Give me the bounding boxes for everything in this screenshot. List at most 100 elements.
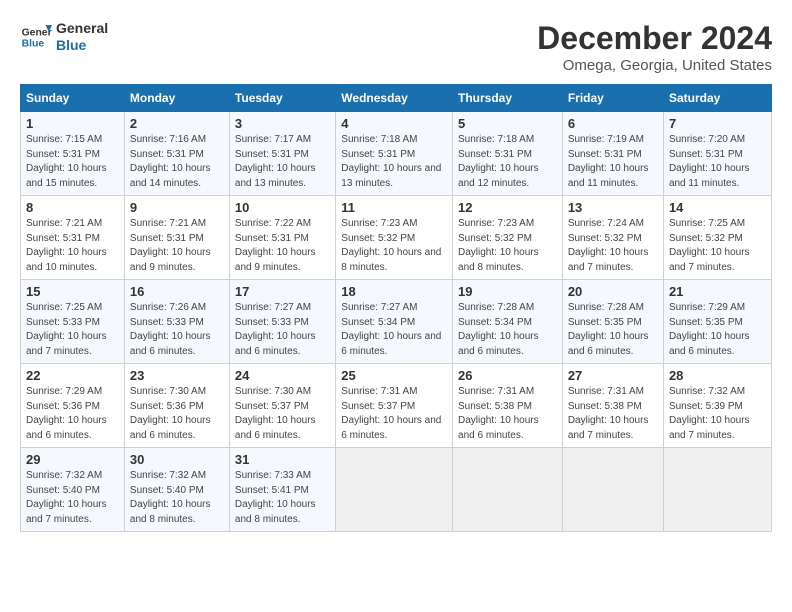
calendar-cell: 5 Sunrise: 7:18 AM Sunset: 5:31 PM Dayli… — [453, 112, 563, 196]
sunrise-label: Sunrise: 7:29 AM — [26, 386, 102, 397]
sunset-label: Sunset: 5:33 PM — [130, 317, 204, 328]
daylight-label: Daylight: 10 hours and 6 minutes. — [341, 331, 441, 357]
daylight-label: Daylight: 10 hours and 8 minutes. — [458, 247, 539, 273]
day-number: 18 — [341, 284, 447, 299]
calendar-cell: 1 Sunrise: 7:15 AM Sunset: 5:31 PM Dayli… — [21, 112, 125, 196]
sunset-label: Sunset: 5:38 PM — [568, 401, 642, 412]
calendar-cell: 16 Sunrise: 7:26 AM Sunset: 5:33 PM Dayl… — [124, 280, 229, 364]
sunset-label: Sunset: 5:36 PM — [130, 401, 204, 412]
calendar-header-row: SundayMondayTuesdayWednesdayThursdayFrid… — [21, 85, 772, 112]
calendar-cell: 8 Sunrise: 7:21 AM Sunset: 5:31 PM Dayli… — [21, 196, 125, 280]
daylight-label: Daylight: 10 hours and 6 minutes. — [235, 415, 316, 441]
day-info: Sunrise: 7:26 AM Sunset: 5:33 PM Dayligh… — [130, 301, 224, 359]
calendar-cell: 26 Sunrise: 7:31 AM Sunset: 5:38 PM Dayl… — [453, 364, 563, 448]
sunrise-label: Sunrise: 7:31 AM — [341, 386, 417, 397]
day-number: 8 — [26, 200, 119, 215]
calendar-cell — [336, 448, 453, 532]
daylight-label: Daylight: 10 hours and 6 minutes. — [669, 331, 750, 357]
calendar-week-row: 1 Sunrise: 7:15 AM Sunset: 5:31 PM Dayli… — [21, 112, 772, 196]
sunrise-label: Sunrise: 7:26 AM — [130, 302, 206, 313]
svg-text:Blue: Blue — [22, 38, 45, 49]
sunset-label: Sunset: 5:32 PM — [341, 233, 415, 244]
day-number: 20 — [568, 284, 658, 299]
sunrise-label: Sunrise: 7:32 AM — [26, 470, 102, 481]
day-info: Sunrise: 7:19 AM Sunset: 5:31 PM Dayligh… — [568, 133, 658, 191]
day-info: Sunrise: 7:18 AM Sunset: 5:31 PM Dayligh… — [458, 133, 557, 191]
day-number: 31 — [235, 452, 330, 467]
day-number: 17 — [235, 284, 330, 299]
day-info: Sunrise: 7:31 AM Sunset: 5:37 PM Dayligh… — [341, 385, 447, 443]
calendar-cell: 18 Sunrise: 7:27 AM Sunset: 5:34 PM Dayl… — [336, 280, 453, 364]
day-info: Sunrise: 7:21 AM Sunset: 5:31 PM Dayligh… — [26, 217, 119, 275]
day-number: 26 — [458, 368, 557, 383]
calendar-cell: 28 Sunrise: 7:32 AM Sunset: 5:39 PM Dayl… — [663, 364, 771, 448]
calendar-cell — [562, 448, 663, 532]
day-info: Sunrise: 7:28 AM Sunset: 5:34 PM Dayligh… — [458, 301, 557, 359]
sunset-label: Sunset: 5:31 PM — [235, 149, 309, 160]
calendar-cell: 17 Sunrise: 7:27 AM Sunset: 5:33 PM Dayl… — [229, 280, 335, 364]
day-number: 16 — [130, 284, 224, 299]
day-info: Sunrise: 7:27 AM Sunset: 5:33 PM Dayligh… — [235, 301, 330, 359]
daylight-label: Daylight: 10 hours and 7 minutes. — [26, 331, 107, 357]
sunrise-label: Sunrise: 7:18 AM — [458, 134, 534, 145]
day-info: Sunrise: 7:33 AM Sunset: 5:41 PM Dayligh… — [235, 469, 330, 527]
day-number: 23 — [130, 368, 224, 383]
sunset-label: Sunset: 5:34 PM — [341, 317, 415, 328]
day-info: Sunrise: 7:22 AM Sunset: 5:31 PM Dayligh… — [235, 217, 330, 275]
sunrise-label: Sunrise: 7:23 AM — [458, 218, 534, 229]
sunset-label: Sunset: 5:31 PM — [26, 233, 100, 244]
sunset-label: Sunset: 5:37 PM — [235, 401, 309, 412]
day-number: 28 — [669, 368, 766, 383]
day-number: 30 — [130, 452, 224, 467]
sunset-label: Sunset: 5:31 PM — [235, 233, 309, 244]
day-number: 25 — [341, 368, 447, 383]
header-wednesday: Wednesday — [336, 85, 453, 112]
daylight-label: Daylight: 10 hours and 6 minutes. — [130, 331, 211, 357]
sunset-label: Sunset: 5:39 PM — [669, 401, 743, 412]
sunrise-label: Sunrise: 7:31 AM — [568, 386, 644, 397]
sunset-label: Sunset: 5:32 PM — [669, 233, 743, 244]
logo-text-general: General — [56, 20, 108, 37]
calendar-cell: 19 Sunrise: 7:28 AM Sunset: 5:34 PM Dayl… — [453, 280, 563, 364]
day-number: 5 — [458, 116, 557, 131]
sunset-label: Sunset: 5:31 PM — [669, 149, 743, 160]
sunset-label: Sunset: 5:41 PM — [235, 485, 309, 496]
logo-text-blue: Blue — [56, 37, 108, 54]
header-thursday: Thursday — [453, 85, 563, 112]
day-info: Sunrise: 7:16 AM Sunset: 5:31 PM Dayligh… — [130, 133, 224, 191]
daylight-label: Daylight: 10 hours and 7 minutes. — [669, 415, 750, 441]
title-area: December 2024 Omega, Georgia, United Sta… — [537, 20, 772, 74]
calendar-cell: 21 Sunrise: 7:29 AM Sunset: 5:35 PM Dayl… — [663, 280, 771, 364]
sunset-label: Sunset: 5:33 PM — [235, 317, 309, 328]
sunrise-label: Sunrise: 7:18 AM — [341, 134, 417, 145]
page-title: December 2024 — [537, 20, 772, 57]
daylight-label: Daylight: 10 hours and 11 minutes. — [568, 163, 649, 189]
day-number: 2 — [130, 116, 224, 131]
day-number: 24 — [235, 368, 330, 383]
header-friday: Friday — [562, 85, 663, 112]
calendar-cell: 29 Sunrise: 7:32 AM Sunset: 5:40 PM Dayl… — [21, 448, 125, 532]
sunset-label: Sunset: 5:31 PM — [568, 149, 642, 160]
daylight-label: Daylight: 10 hours and 15 minutes. — [26, 163, 107, 189]
sunrise-label: Sunrise: 7:24 AM — [568, 218, 644, 229]
day-number: 29 — [26, 452, 119, 467]
daylight-label: Daylight: 10 hours and 7 minutes. — [669, 247, 750, 273]
header-saturday: Saturday — [663, 85, 771, 112]
page-subtitle: Omega, Georgia, United States — [537, 57, 772, 74]
calendar-cell: 9 Sunrise: 7:21 AM Sunset: 5:31 PM Dayli… — [124, 196, 229, 280]
calendar-cell: 27 Sunrise: 7:31 AM Sunset: 5:38 PM Dayl… — [562, 364, 663, 448]
calendar-cell: 4 Sunrise: 7:18 AM Sunset: 5:31 PM Dayli… — [336, 112, 453, 196]
sunrise-label: Sunrise: 7:33 AM — [235, 470, 311, 481]
sunrise-label: Sunrise: 7:17 AM — [235, 134, 311, 145]
sunrise-label: Sunrise: 7:16 AM — [130, 134, 206, 145]
daylight-label: Daylight: 10 hours and 6 minutes. — [458, 331, 539, 357]
day-info: Sunrise: 7:29 AM Sunset: 5:35 PM Dayligh… — [669, 301, 766, 359]
day-number: 13 — [568, 200, 658, 215]
day-number: 19 — [458, 284, 557, 299]
daylight-label: Daylight: 10 hours and 6 minutes. — [235, 331, 316, 357]
sunset-label: Sunset: 5:40 PM — [130, 485, 204, 496]
logo-icon: General Blue — [20, 21, 52, 53]
day-info: Sunrise: 7:28 AM Sunset: 5:35 PM Dayligh… — [568, 301, 658, 359]
day-info: Sunrise: 7:29 AM Sunset: 5:36 PM Dayligh… — [26, 385, 119, 443]
header-tuesday: Tuesday — [229, 85, 335, 112]
